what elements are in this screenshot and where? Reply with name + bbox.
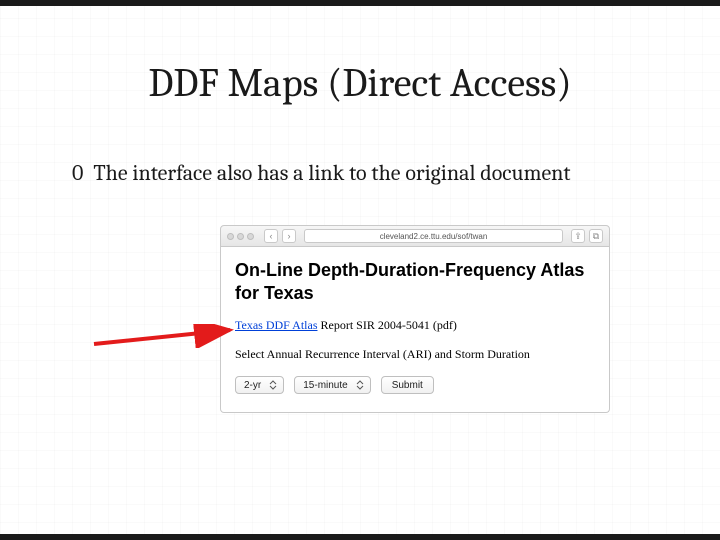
browser-screenshot: ‹ › cleveland2.ce.ttu.edu/sof/twan ⇪ ⧉ O… [220,225,610,413]
chevron-updown-icon [354,379,366,391]
bullet-text: The interface also has a link to the ori… [93,160,570,186]
callout-arrow [92,324,242,348]
ari-select-value: 2-yr [244,380,261,391]
atlas-link-line: Texas DDF Atlas Report SIR 2004-5041 (pd… [235,318,595,333]
slide: DDF Maps (Direct Access) 0 The interface… [0,0,720,540]
browser-page: On-Line Depth-Duration-Frequency Atlas f… [220,247,610,413]
duration-select-value: 15-minute [303,380,347,391]
nav-forward-button[interactable]: › [282,229,296,243]
duration-select[interactable]: 15-minute [294,376,370,394]
window-traffic-lights [227,233,254,240]
ari-select[interactable]: 2-yr [235,376,284,394]
tabs-icon[interactable]: ⧉ [589,229,603,243]
atlas-link-suffix: Report SIR 2004-5041 (pdf) [318,318,457,332]
controls-row: 2-yr 15-minute Submit [235,376,595,394]
page-heading: On-Line Depth-Duration-Frequency Atlas f… [235,259,595,304]
submit-button[interactable]: Submit [381,376,434,394]
slide-title: DDF Maps (Direct Access) [0,60,720,106]
nav-back-button[interactable]: ‹ [264,229,278,243]
select-prompt: Select Annual Recurrence Interval (ARI) … [235,347,595,362]
bullet-marker: 0 [72,160,83,186]
browser-toolbar: ‹ › cleveland2.ce.ttu.edu/sof/twan ⇪ ⧉ [220,225,610,247]
bullet-row: 0 The interface also has a link to the o… [72,160,660,186]
atlas-link[interactable]: Texas DDF Atlas [235,318,318,332]
share-icon[interactable]: ⇪ [571,229,585,243]
chevron-updown-icon [267,379,279,391]
address-bar[interactable]: cleveland2.ce.ttu.edu/sof/twan [304,229,563,243]
